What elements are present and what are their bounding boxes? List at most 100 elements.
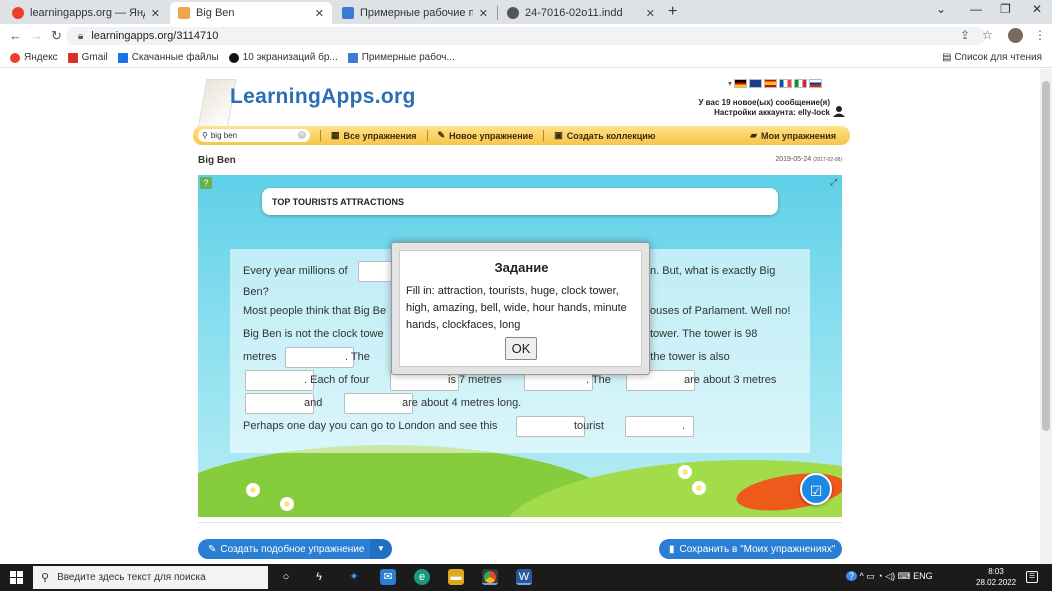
help-icon[interactable]: ? (200, 177, 212, 189)
flag-ru-icon[interactable] (809, 79, 823, 88)
menu-separator (426, 130, 428, 141)
reading-list[interactable]: ▤ Список для чтения (942, 52, 1042, 63)
forward-arrow-icon[interactable]: → (30, 28, 43, 43)
close-window-icon[interactable]: ✕ (1032, 2, 1042, 16)
save-to-my-exercises-button[interactable]: ▮ Сохранить в "Моих упражнениях" (659, 539, 842, 559)
chrome-icon[interactable] (482, 569, 498, 585)
divider (198, 522, 842, 523)
dropbox-icon[interactable]: ✦ (346, 569, 362, 585)
flag-de-icon[interactable] (734, 79, 748, 88)
search-input[interactable]: ⚲ big ben ✕ (198, 129, 310, 142)
share-icon[interactable]: ⇪ (960, 28, 970, 42)
winamp-icon[interactable]: ϟ (311, 569, 327, 585)
clear-search-icon[interactable]: ✕ (298, 131, 306, 139)
check-answers-button[interactable]: ☑ (800, 473, 832, 505)
windows-start-icon[interactable] (10, 571, 23, 584)
text-segment: and (304, 397, 323, 409)
yandex-favicon-icon (12, 7, 24, 19)
close-icon[interactable]: ✕ (315, 7, 324, 20)
mail-icon[interactable]: ✉ (380, 569, 396, 585)
flag-fr-icon[interactable] (779, 79, 793, 88)
flag-uk-icon[interactable] (749, 79, 763, 88)
address-bar-row: ← → ↻ 🔒︎ learningapps.org/3114710 ⇪ ☆ ⋮ (0, 24, 1052, 48)
battery-icon[interactable]: ▭ (866, 571, 875, 581)
menu-create-collection[interactable]: ▣ Создать коллекцию (554, 130, 655, 141)
taskbar-search-input[interactable]: ⚲ Введите здесь текст для поиска (33, 566, 268, 589)
edge-icon[interactable]: e (414, 569, 430, 585)
help-icon[interactable]: ? (846, 571, 858, 581)
fullscreen-icon[interactable]: ⤢ (830, 177, 840, 187)
create-similar-dropdown[interactable]: ▼ (370, 539, 392, 559)
scrollbar-thumb[interactable] (1042, 81, 1050, 431)
document-favicon-icon (342, 7, 354, 19)
menu-dots-icon[interactable]: ⋮ (1034, 28, 1046, 42)
close-icon[interactable]: ✕ (479, 7, 488, 20)
text-segment: . The (345, 351, 370, 363)
back-arrow-icon[interactable]: ← (9, 28, 22, 43)
bookmark-yandex[interactable]: Яндекс (10, 52, 58, 63)
menu-my-exercises[interactable]: ▰ Мои упражнения (750, 130, 836, 141)
word-icon[interactable]: W (516, 569, 532, 585)
scrollbar[interactable] (1040, 69, 1052, 564)
minimize-icon[interactable]: — (970, 2, 982, 16)
menu-separator (320, 130, 321, 141)
keyboard-icon[interactable]: ⌨ (898, 571, 914, 581)
tab-indd[interactable]: 24-7016-02o11.indd ✕ (499, 2, 663, 24)
close-icon[interactable]: ✕ (646, 7, 655, 20)
taskbar-clock[interactable]: 8:03 28.02.2022 (976, 566, 1016, 588)
yandex-icon (10, 52, 20, 63)
flower-icon (246, 483, 260, 497)
ok-button[interactable]: OK (505, 337, 537, 360)
chevron-down-icon[interactable]: ▾ (728, 79, 732, 88)
star-icon[interactable]: ☆ (982, 28, 993, 42)
pencil-icon: ✎ (437, 130, 446, 140)
grid-icon: ▦ (331, 130, 340, 140)
flag-es-icon[interactable] (764, 79, 778, 88)
main-menu-bar: ⚲ big ben ✕ ▦ Все упражнения ✎ Новое упр… (193, 126, 850, 145)
file-explorer-icon[interactable]: ▬ (448, 569, 464, 585)
create-similar-button[interactable]: ✎ Создать подобное упражнение (198, 539, 374, 559)
bookmark-gmail[interactable]: Gmail (67, 52, 108, 63)
maximize-icon[interactable]: ❐ (1000, 2, 1011, 16)
bookmark-screenings[interactable]: 10 экранизаций бр... (228, 52, 338, 63)
flag-it-icon[interactable] (794, 79, 808, 88)
url-field[interactable]: 🔒︎ learningapps.org/3114710 (66, 27, 986, 45)
task-view-icon[interactable]: ○ (278, 569, 294, 585)
tab-big-ben[interactable]: Big Ben ✕ (170, 2, 332, 24)
text-segment: are about 3 metres (684, 374, 777, 386)
gap-input[interactable] (285, 347, 354, 368)
avatar[interactable] (1008, 28, 1023, 43)
chevron-down-icon: ▼ (377, 544, 385, 553)
notifications-icon[interactable]: ☰ (1026, 571, 1038, 583)
reload-icon[interactable]: ↻ (51, 28, 62, 44)
task-dialog: Задание Fill in: attraction, tourists, h… (391, 242, 650, 375)
menu-all-exercises[interactable]: ▦ Все упражнения (331, 130, 417, 141)
search-icon: ⚲ (41, 572, 50, 584)
messages-link[interactable]: У вас 19 новое(ых) сообщение(я) (698, 98, 830, 108)
checkmark-icon: ☑ (809, 483, 823, 499)
menu-separator (543, 130, 545, 141)
collection-icon: ▣ (554, 130, 563, 140)
volume-icon[interactable]: ◁) (885, 571, 895, 581)
bookmark-programs[interactable]: Примерные рабоч... (347, 52, 455, 63)
user-icon[interactable] (833, 105, 845, 117)
menu-new-exercise[interactable]: ✎ Новое упражнение (438, 130, 534, 141)
tab-yandex[interactable]: learningapps.org — Яндекс: наш ✕ (4, 2, 168, 24)
site-logo[interactable]: LearningApps.org (230, 85, 416, 109)
text-segment: Perhaps one day you can go to London and… (243, 420, 498, 432)
exercise-title: TOP TOURISTS ATTRACTIONS (262, 188, 778, 215)
account-settings-link[interactable]: Настройки аккаунта: elly-lock (698, 108, 830, 118)
page-title: Big Ben (198, 155, 236, 166)
tab-programs[interactable]: Примерные рабочие программы ✕ (334, 2, 496, 24)
publish-date: 2019-05-24 (2017-02-08) (775, 156, 842, 163)
gap-input[interactable] (358, 261, 392, 282)
new-tab-icon[interactable]: + (668, 3, 677, 21)
bookmark-downloads[interactable]: Скачанные файлы (117, 52, 219, 63)
text-segment: is 7 metres (448, 374, 502, 386)
dialog-body: Fill in: attraction, tourists, huge, clo… (406, 285, 627, 331)
close-icon[interactable]: ✕ (151, 7, 160, 20)
flower-icon (678, 465, 692, 479)
flower-icon (692, 481, 706, 495)
system-tray: ? ^ ▭ ◔ ◁) ⌨ ENG (846, 571, 933, 582)
chevron-down-icon[interactable]: ⌄ (936, 2, 946, 16)
